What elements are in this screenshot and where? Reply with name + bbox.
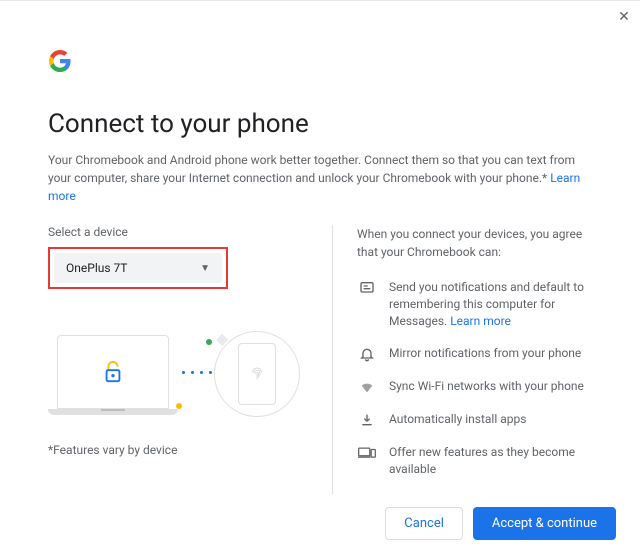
footnote: *Features vary by device <box>48 443 308 457</box>
highlight-annotation: OnePlus 7T ▼ <box>48 247 228 289</box>
device-select-value: OnePlus 7T <box>66 261 127 275</box>
feature-text: Automatically install apps <box>389 411 592 428</box>
fingerprint-icon <box>248 364 266 384</box>
download-icon <box>357 411 377 428</box>
feature-item-apps: Automatically install apps <box>357 411 592 428</box>
lock-icon <box>102 359 124 385</box>
feature-text: Offer new features as they become availa… <box>389 444 592 478</box>
feature-item-wifi: Sync Wi-Fi networks with your phone <box>357 378 592 395</box>
device-select[interactable]: OnePlus 7T ▼ <box>54 253 222 283</box>
feature-list: Send you notifications and default to re… <box>357 279 592 478</box>
select-device-label: Select a device <box>48 225 308 239</box>
cancel-button[interactable]: Cancel <box>385 507 463 540</box>
illustration: ◆ <box>48 317 308 427</box>
feature-item-mirror: Mirror notifications from your phone <box>357 345 592 362</box>
learn-more-messages-link[interactable]: Learn more <box>450 314 511 328</box>
feature-text: Mirror notifications from your phone <box>389 345 592 362</box>
devices-icon <box>357 444 377 478</box>
page-description: Your Chromebook and Android phone work b… <box>48 151 592 205</box>
accept-continue-button[interactable]: Accept & continue <box>473 507 616 540</box>
feature-item-messages: Send you notifications and default to re… <box>357 279 592 329</box>
feature-text: Sync Wi-Fi networks with your phone <box>389 378 592 395</box>
google-logo-icon <box>48 49 592 77</box>
close-icon[interactable]: ✕ <box>616 9 632 25</box>
bell-icon <box>357 345 377 362</box>
button-row: Cancel Accept & continue <box>385 507 616 540</box>
chevron-down-icon: ▼ <box>200 263 210 274</box>
page-title: Connect to your phone <box>48 109 592 139</box>
agree-text: When you connect your devices, you agree… <box>357 225 592 261</box>
message-icon <box>357 279 377 329</box>
feature-item-newfeatures: Offer new features as they become availa… <box>357 444 592 478</box>
wifi-icon <box>357 378 377 395</box>
